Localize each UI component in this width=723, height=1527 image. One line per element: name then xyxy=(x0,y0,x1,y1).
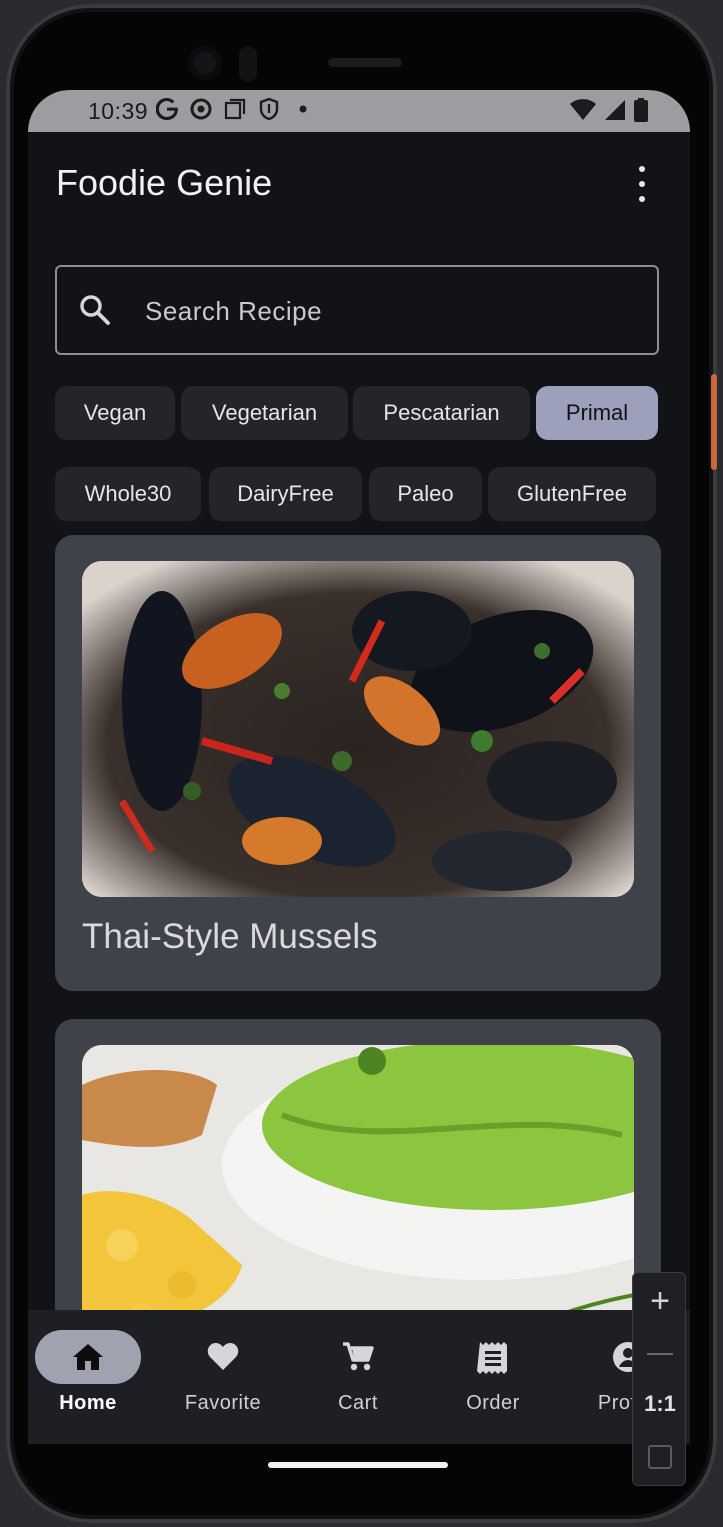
recipe-card[interactable]: Thai-Style Mussels xyxy=(55,535,661,991)
chip-vegetarian[interactable]: Vegetarian xyxy=(181,386,348,440)
signal-icon xyxy=(605,100,625,120)
zoom-out-button[interactable] xyxy=(633,1329,687,1379)
chip-primal[interactable]: Primal xyxy=(536,386,658,440)
app-screen: 10:39 Foodie Genie Vegan Vegetaria xyxy=(28,90,690,1486)
search-icon xyxy=(80,295,110,325)
gesture-area xyxy=(28,1444,690,1486)
minus-icon xyxy=(647,1353,673,1355)
chrome-icon xyxy=(190,98,212,120)
chip-pescatarian[interactable]: Pescatarian xyxy=(353,386,530,440)
nav-order[interactable]: Order xyxy=(426,1310,560,1444)
status-left-icons xyxy=(156,98,314,120)
chip-label: Vegetarian xyxy=(211,400,318,425)
nav-favorite[interactable]: Favorite xyxy=(156,1310,290,1444)
app-title: Foodie Genie xyxy=(56,162,273,203)
battery-icon xyxy=(634,98,648,122)
emulator-zoom-controls: + 1:1 xyxy=(632,1272,686,1486)
dot-icon xyxy=(299,105,307,113)
home-gesture-bar[interactable] xyxy=(268,1462,448,1468)
power-button xyxy=(711,374,717,470)
recipe-card[interactable] xyxy=(55,1019,661,1349)
menu-dot xyxy=(639,196,645,202)
zoom-ratio-button[interactable]: 1:1 xyxy=(633,1391,687,1417)
chip-dairyfree[interactable]: DairyFree xyxy=(209,467,362,521)
status-time: 10:39 xyxy=(88,98,149,124)
recipe-title: Thai-Style Mussels xyxy=(82,917,378,956)
nav-home[interactable]: Home xyxy=(28,1310,149,1444)
chip-label: Paleo xyxy=(397,481,454,506)
home-icon xyxy=(73,1344,103,1370)
screenshot-icon xyxy=(224,98,246,120)
nav-label: Home xyxy=(59,1392,117,1414)
status-bar: 10:39 xyxy=(28,90,690,132)
cart-icon xyxy=(343,1342,374,1371)
heart-icon xyxy=(207,1343,239,1370)
chip-label: Pescatarian xyxy=(383,400,500,425)
nav-label: Cart xyxy=(338,1392,378,1414)
chip-glutenfree[interactable]: GlutenFree xyxy=(488,467,656,521)
earpiece-speaker xyxy=(328,58,402,67)
menu-dot xyxy=(639,181,645,187)
sensor xyxy=(239,46,257,82)
receipt-icon xyxy=(477,1342,507,1374)
chip-whole30[interactable]: Whole30 xyxy=(55,467,201,521)
nav-label: Favorite xyxy=(184,1392,262,1414)
more-vert-icon[interactable] xyxy=(628,166,656,202)
chip-label: GlutenFree xyxy=(516,481,628,506)
search-input[interactable] xyxy=(143,289,627,333)
chip-label: Primal xyxy=(565,400,629,425)
mussels-photo xyxy=(82,561,634,897)
chip-label: DairyFree xyxy=(237,481,334,506)
nav-cart[interactable]: Cart xyxy=(291,1310,425,1444)
zoom-in-button[interactable]: + xyxy=(633,1273,687,1329)
menu-dot xyxy=(639,166,645,172)
front-camera xyxy=(188,46,222,80)
shield-icon xyxy=(259,98,279,120)
chip-label: Whole30 xyxy=(84,481,172,506)
google-icon xyxy=(156,98,178,120)
search-field[interactable] xyxy=(55,265,659,355)
green-soup-photo xyxy=(82,1045,634,1349)
wifi-icon xyxy=(570,99,596,120)
nav-label: Order xyxy=(466,1392,520,1414)
zoom-fit-icon[interactable] xyxy=(648,1445,672,1469)
bottom-navigation: Home Favorite Cart Order Profile xyxy=(28,1310,690,1444)
status-right-icons xyxy=(570,98,648,122)
chip-label: Vegan xyxy=(83,400,147,425)
chip-vegan[interactable]: Vegan xyxy=(55,386,175,440)
chip-paleo[interactable]: Paleo xyxy=(369,467,482,521)
